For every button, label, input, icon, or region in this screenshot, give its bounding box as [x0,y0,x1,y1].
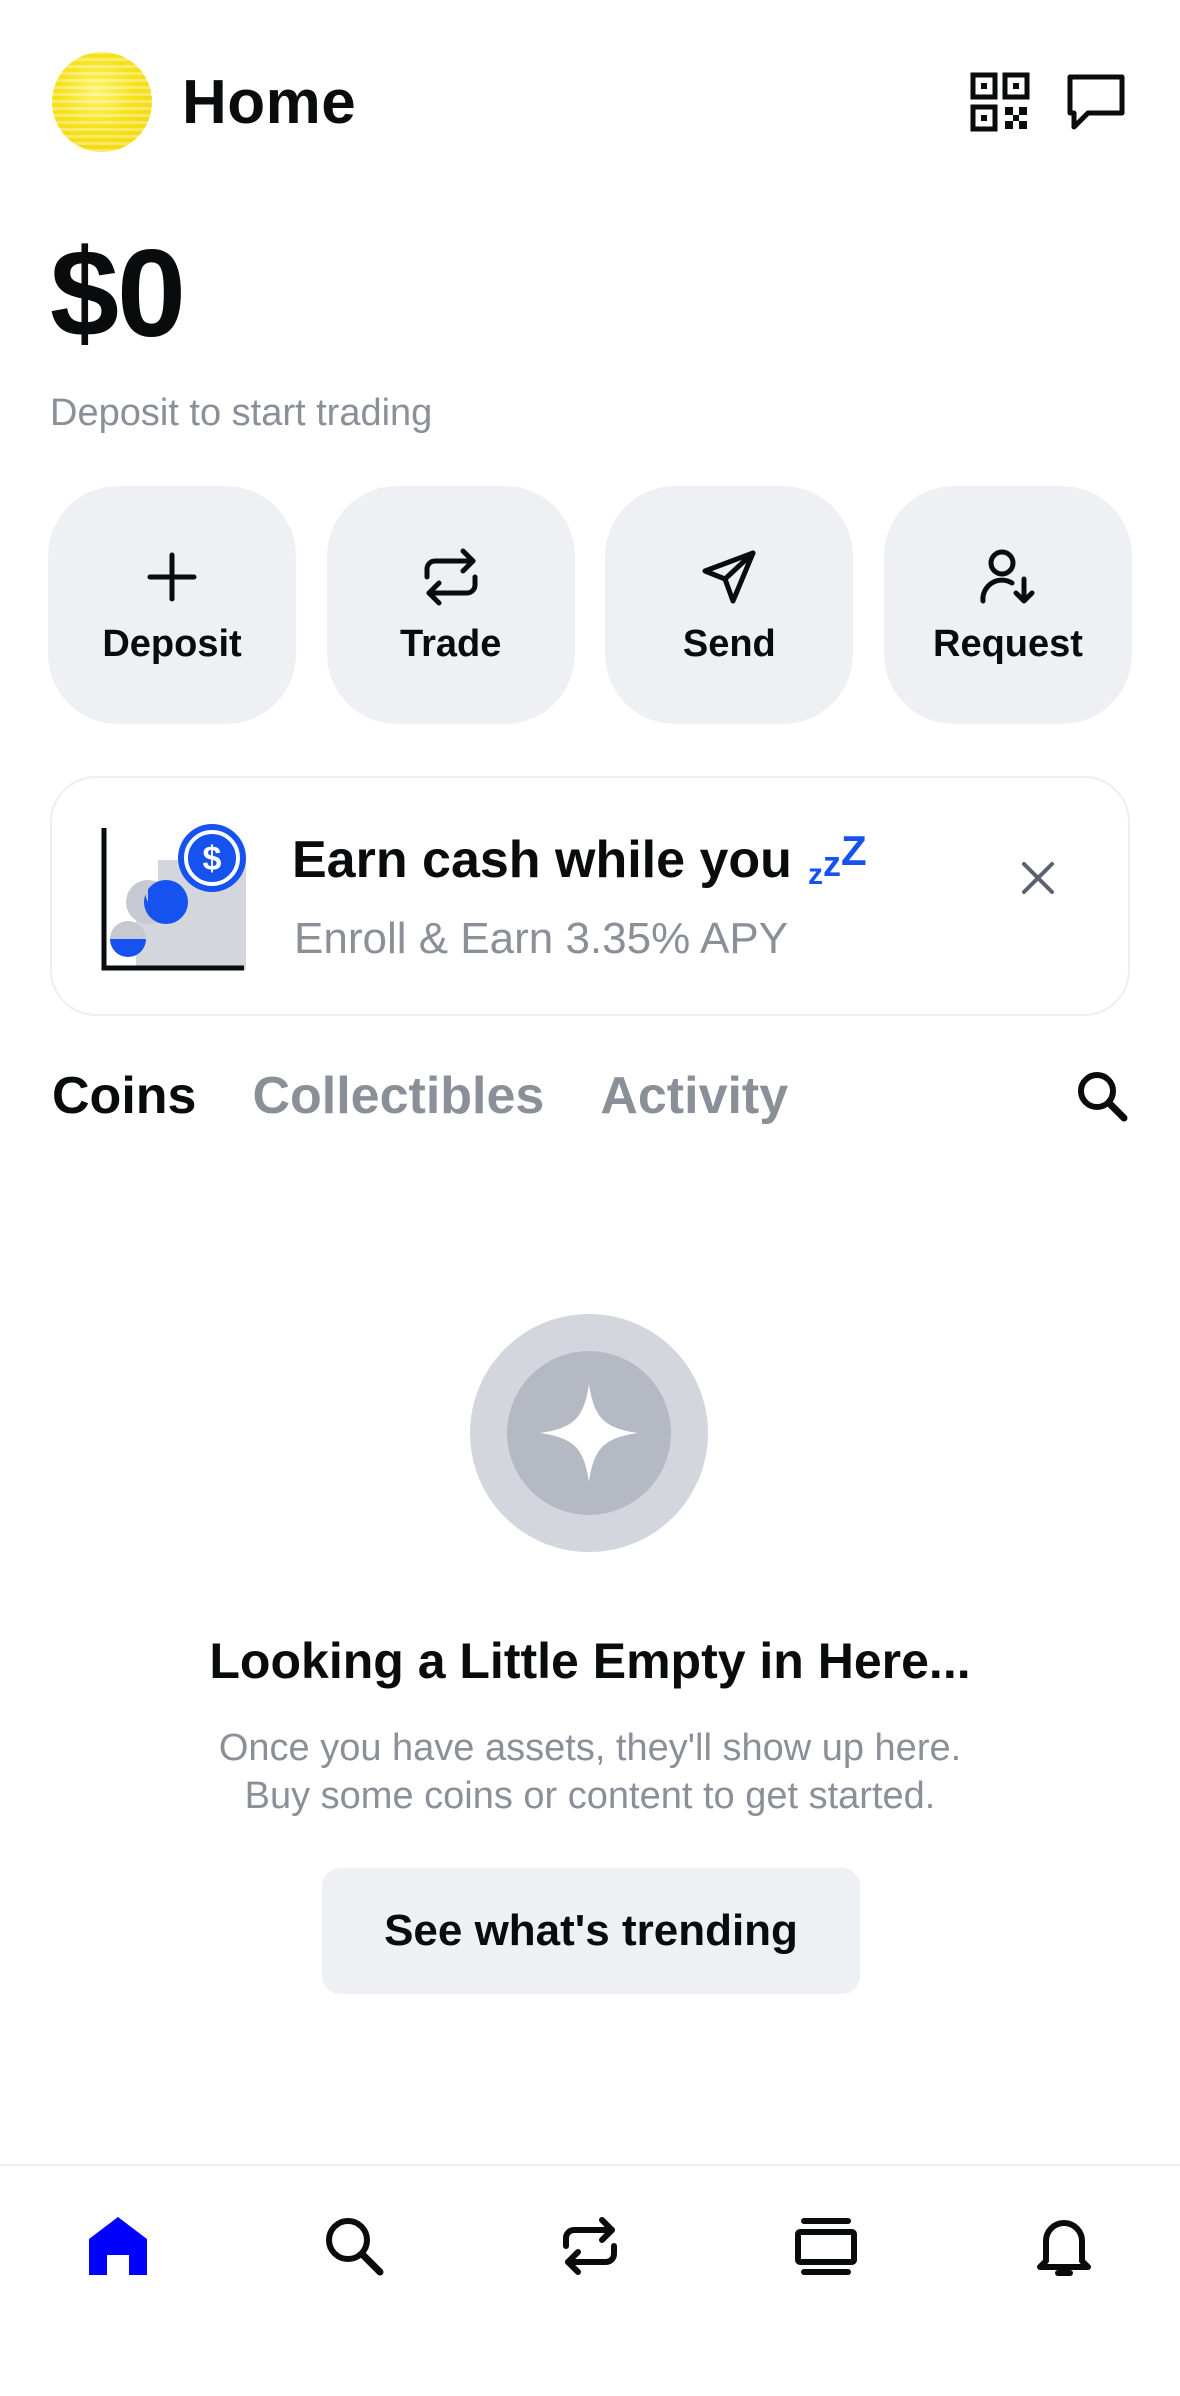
promo-title-text: Earn cash while you [292,831,792,889]
tab-coins[interactable]: Coins [52,1066,196,1126]
explore-search-icon[interactable] [314,2206,394,2286]
trade-label: Trade [399,622,502,665]
sparkle-icon [470,1314,708,1552]
zzz-medium: z [822,843,841,884]
chat-bubble-icon[interactable] [1064,70,1128,134]
swap-arrows-icon [419,545,483,609]
tab-activity[interactable]: Activity [600,1066,788,1126]
zzz-large: Z [840,827,867,874]
empty-state-text: Once you have assets, they'll show up he… [0,1724,1180,1820]
request-label: Request [933,622,1083,665]
paper-plane-icon [697,545,761,609]
empty-state-line-2: Buy some coins or content to get started… [244,1775,936,1817]
empty-state-title: Looking a Little Empty in Here... [209,1633,971,1689]
zzz-decoration: z z Z [808,830,867,890]
send-label: Send [682,622,776,665]
promo-title: Earn cash while you z z Z [292,830,867,890]
stack-icon[interactable] [786,2206,866,2286]
close-icon[interactable] [1008,848,1068,908]
profile-avatar[interactable] [52,52,152,152]
user-arrow-down-icon [976,545,1040,609]
usdc-growth-chart-icon: $ [98,824,248,974]
qr-code-icon[interactable] [968,70,1032,134]
request-button[interactable]: Request [883,486,1132,724]
promo-subtitle: Enroll & Earn 3.35% APY [294,914,789,963]
balance-amount: $0 [50,225,186,363]
search-icon[interactable] [1072,1066,1132,1126]
zzz-small: z [807,858,823,891]
page-title: Home [182,67,357,137]
balance-subtitle: Deposit to start trading [50,392,433,434]
svg-text:$: $ [203,840,222,878]
empty-state-line-1: Once you have assets, they'll show up he… [218,1727,962,1769]
quick-actions: Deposit Trade Send Request [48,486,1132,724]
top-header: Home [52,50,1128,154]
bottom-navigation [0,2164,1180,2396]
plus-icon [140,545,204,609]
trade-button[interactable]: Trade [326,486,575,724]
earn-promo-card[interactable]: $ Earn cash while you z z Z Enroll & Ear… [50,776,1130,1016]
deposit-label: Deposit [102,622,242,665]
see-trending-button[interactable]: See what's trending [322,1868,860,1994]
asset-tabs: Coins Collectibles Activity [52,1064,1132,1128]
trade-swap-icon[interactable] [550,2206,630,2286]
send-button[interactable]: Send [605,486,854,724]
bell-icon[interactable] [1024,2206,1104,2286]
tab-collectibles[interactable]: Collectibles [252,1066,544,1126]
home-icon[interactable] [78,2206,158,2286]
deposit-button[interactable]: Deposit [48,486,296,724]
